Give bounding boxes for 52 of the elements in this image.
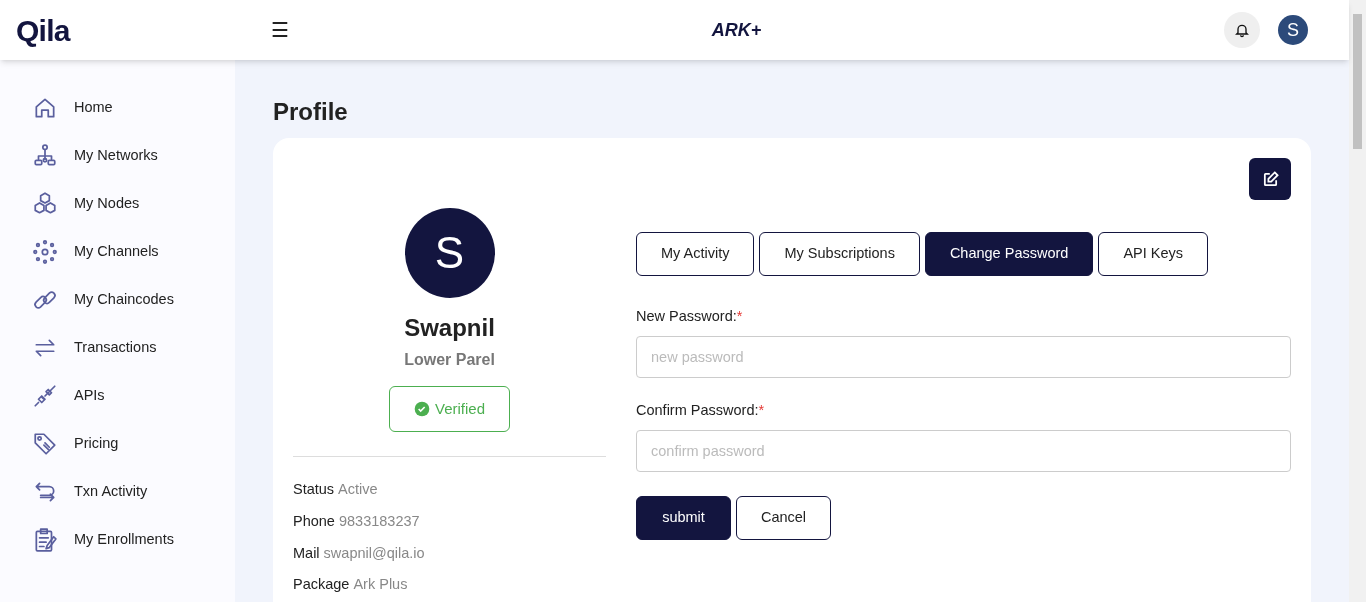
detail-label: Status bbox=[293, 480, 335, 499]
detail-value: swapnil@qila.io bbox=[323, 543, 425, 563]
page-title: Profile bbox=[273, 97, 349, 127]
sidebar-item[interactable]: Home bbox=[32, 84, 235, 132]
scrollbar[interactable] bbox=[1349, 0, 1366, 602]
profile-avatar: S bbox=[404, 208, 495, 298]
detail-value: 9833183237 bbox=[338, 511, 420, 531]
password-field[interactable]: new password bbox=[636, 335, 1291, 378]
sidebar-item[interactable]: APIs bbox=[32, 372, 235, 420]
profile-name: Swapnil bbox=[404, 313, 495, 343]
loop-arrows-icon bbox=[32, 479, 58, 505]
sidebar-item[interactable]: My Networks bbox=[32, 132, 235, 180]
detail-value: Ark Plus bbox=[353, 575, 408, 595]
cancel-button[interactable]: Cancel bbox=[736, 495, 831, 540]
menu-button[interactable]: ☰ bbox=[271, 20, 289, 40]
edit-button[interactable] bbox=[1249, 158, 1291, 200]
tag-icon bbox=[32, 431, 58, 457]
submit-button[interactable]: submit bbox=[636, 495, 731, 540]
detail-label: Phone bbox=[293, 511, 335, 531]
verified-label: Verified bbox=[434, 398, 485, 419]
plug-icon bbox=[32, 383, 58, 409]
network-icon bbox=[32, 143, 58, 169]
profile-location: Lower Parel bbox=[404, 350, 495, 370]
detail-label: Mail bbox=[293, 543, 320, 563]
tab[interactable]: API Keys bbox=[1098, 232, 1209, 276]
password-field[interactable]: confirm password bbox=[636, 429, 1291, 472]
notifications-button[interactable] bbox=[1224, 12, 1260, 48]
sidebar-item[interactable]: Txn Activity bbox=[32, 468, 235, 516]
detail-label: Package bbox=[293, 575, 350, 595]
sidebar-item[interactable]: My Enrollments bbox=[32, 516, 235, 564]
tab[interactable]: My Activity bbox=[636, 232, 755, 276]
brand-logo: ARK+ bbox=[711, 18, 762, 42]
sidebar-item[interactable]: Pricing bbox=[32, 420, 235, 468]
edit-icon bbox=[1261, 170, 1279, 188]
required-mark: * bbox=[736, 307, 743, 326]
sidebar-item[interactable]: My Nodes bbox=[32, 180, 235, 228]
user-avatar[interactable]: S bbox=[1278, 15, 1308, 45]
sidebar-item[interactable]: My Channels bbox=[32, 228, 235, 276]
tab[interactable]: My Subscriptions bbox=[759, 232, 920, 276]
hexagons-icon bbox=[32, 191, 58, 217]
bell-icon bbox=[1234, 22, 1250, 38]
hub-icon bbox=[32, 239, 58, 265]
logo[interactable]: Qila bbox=[16, 7, 70, 53]
sidebar-item[interactable]: Transactions bbox=[32, 324, 235, 372]
tab[interactable]: Change Password bbox=[924, 232, 1094, 276]
required-mark: * bbox=[758, 400, 765, 420]
sidebar-item[interactable]: My Chaincodes bbox=[32, 276, 235, 324]
field-label: New Password: bbox=[636, 307, 737, 326]
detail-value: Active bbox=[338, 480, 378, 499]
check-circle-icon bbox=[413, 401, 430, 417]
field-label: Confirm Password: bbox=[636, 400, 759, 420]
clipboard-icon bbox=[32, 527, 58, 553]
